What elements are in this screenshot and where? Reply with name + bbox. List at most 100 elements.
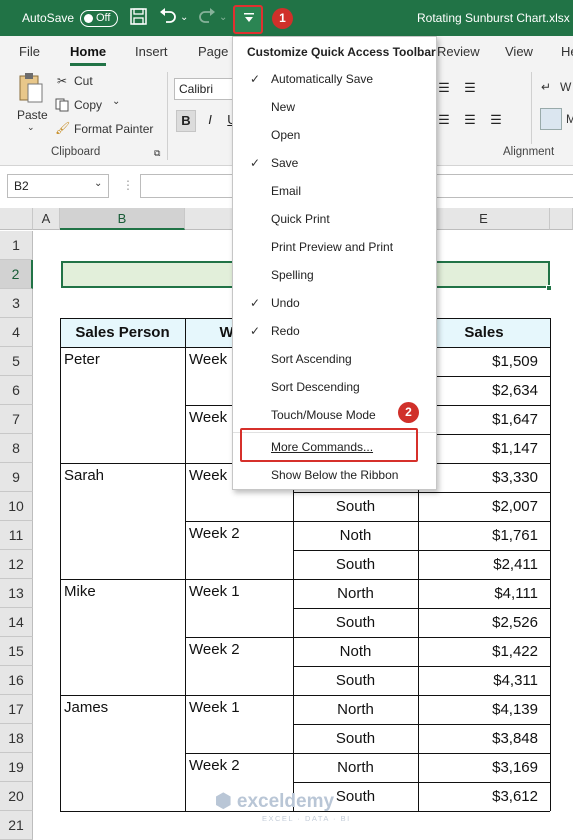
name-box-dropdown-icon[interactable]: ⌄ (94, 178, 102, 189)
table-header-cell[interactable]: Sales (418, 318, 550, 347)
region-cell[interactable]: North (293, 579, 418, 608)
table-header-cell[interactable]: Sales Person (60, 318, 185, 347)
sales-cell[interactable]: $2,411 (418, 550, 550, 579)
region-cell[interactable]: South (293, 666, 418, 695)
menu-item[interactable]: Print Preview and Print (271, 240, 393, 254)
menu-item[interactable]: Spelling (271, 268, 314, 282)
column-header[interactable]: E (418, 208, 550, 230)
sales-cell[interactable]: $1,647 (418, 405, 550, 434)
redo-icon[interactable] (197, 8, 217, 31)
fill-handle[interactable] (546, 285, 552, 291)
format-painter-button[interactable]: Format Painter (74, 122, 153, 136)
paste-dropdown-icon[interactable]: ⌄ (27, 122, 35, 133)
undo-dropdown-icon[interactable]: ⌄ (180, 8, 188, 28)
wrap-text-icon[interactable]: ↵ (541, 80, 551, 94)
menu-item[interactable]: New (271, 100, 295, 114)
menu-item[interactable]: Redo (271, 324, 300, 338)
menu-item[interactable]: Touch/Mouse Mode (271, 408, 376, 422)
column-header[interactable]: B (60, 208, 185, 230)
save-icon[interactable] (130, 8, 147, 30)
sales-cell[interactable]: $2,526 (418, 608, 550, 637)
row-header[interactable]: 19 (0, 753, 33, 782)
sales-cell[interactable]: $1,761 (418, 521, 550, 550)
region-cell[interactable]: South (293, 550, 418, 579)
row-header[interactable]: 3 (0, 289, 33, 318)
sales-cell[interactable]: $2,007 (418, 492, 550, 521)
row-header[interactable]: 1 (0, 231, 33, 260)
menu-item[interactable]: Email (271, 184, 301, 198)
wrap-text-button[interactable]: W (560, 80, 571, 94)
week-cell[interactable]: Week 2 (185, 757, 293, 779)
region-cell[interactable]: South (293, 492, 418, 521)
menu-item[interactable]: Open (271, 128, 300, 142)
row-header[interactable]: 4 (0, 318, 33, 347)
redo-dropdown-icon[interactable]: ⌄ (219, 8, 227, 28)
row-header[interactable]: 20 (0, 782, 33, 811)
sales-cell[interactable]: $3,330 (418, 463, 550, 492)
menu-item[interactable]: Quick Print (271, 212, 330, 226)
row-header[interactable]: 18 (0, 724, 33, 753)
row-header[interactable]: 14 (0, 608, 33, 637)
sales-cell[interactable]: $4,311 (418, 666, 550, 695)
copy-button[interactable]: Copy (74, 98, 102, 112)
font-name-box[interactable]: Calibri (174, 78, 236, 100)
sales-cell[interactable]: $1,509 (418, 347, 550, 376)
more-options-icon[interactable]: ⋮ (122, 178, 134, 192)
row-header[interactable]: 13 (0, 579, 33, 608)
menu-item[interactable]: Show Below the Ribbon (271, 468, 398, 482)
bold-button[interactable]: B (176, 110, 196, 132)
column-header[interactable] (550, 208, 573, 230)
align-right-icon[interactable]: ☰ (486, 110, 506, 132)
row-header[interactable]: 2 (0, 260, 33, 289)
cut-icon[interactable]: ✂ (57, 74, 67, 88)
menu-item[interactable]: Sort Ascending (271, 352, 352, 366)
autosave-toggle[interactable]: Off (80, 10, 118, 27)
align-center-icon[interactable]: ☰ (460, 110, 480, 132)
tab-page-layout[interactable]: Page (198, 44, 228, 59)
tab-help[interactable]: He (561, 44, 573, 59)
sales-person-cell[interactable]: James (60, 699, 185, 721)
week-cell[interactable]: Week 2 (185, 641, 293, 663)
italic-button[interactable]: I (200, 110, 220, 132)
merge-center-icon[interactable] (540, 108, 562, 130)
sales-person-cell[interactable]: Sarah (60, 467, 185, 489)
select-all-corner[interactable] (0, 208, 33, 230)
sales-cell[interactable]: $4,139 (418, 695, 550, 724)
sales-cell[interactable]: $1,147 (418, 434, 550, 463)
row-header[interactable]: 12 (0, 550, 33, 579)
row-header[interactable]: 16 (0, 666, 33, 695)
region-cell[interactable]: North (293, 753, 418, 782)
tab-file[interactable]: File (19, 44, 40, 59)
row-header[interactable]: 15 (0, 637, 33, 666)
undo-icon[interactable] (158, 8, 178, 31)
region-cell[interactable]: North (293, 695, 418, 724)
tab-view[interactable]: View (505, 44, 533, 59)
row-header[interactable]: 11 (0, 521, 33, 550)
week-cell[interactable]: Week 2 (185, 525, 293, 547)
tab-home[interactable]: Home (70, 44, 107, 66)
copy-dropdown-icon[interactable]: ⌄ (112, 96, 120, 107)
menu-item[interactable]: Save (271, 156, 298, 170)
week-cell[interactable]: Week 1 (185, 583, 293, 605)
merge-button[interactable]: M (566, 112, 573, 126)
sales-cell[interactable]: $3,169 (418, 753, 550, 782)
sales-cell[interactable]: $3,848 (418, 724, 550, 753)
row-header[interactable]: 5 (0, 347, 33, 376)
row-header[interactable]: 7 (0, 405, 33, 434)
align-left-icon[interactable]: ☰ (434, 110, 454, 132)
tab-insert[interactable]: Insert (135, 44, 168, 59)
region-cell[interactable]: South (293, 724, 418, 753)
row-header[interactable]: 10 (0, 492, 33, 521)
sales-cell[interactable]: $3,612 (418, 782, 550, 811)
menu-item[interactable]: Undo (271, 296, 300, 310)
align-top-icon[interactable]: ☰ (434, 78, 454, 100)
sales-cell[interactable]: $1,422 (418, 637, 550, 666)
row-header[interactable]: 17 (0, 695, 33, 724)
sales-person-cell[interactable]: Peter (60, 351, 185, 373)
week-cell[interactable]: Week 1 (185, 699, 293, 721)
menu-item[interactable]: Sort Descending (271, 380, 360, 394)
row-header[interactable]: 6 (0, 376, 33, 405)
tab-review[interactable]: Review (437, 44, 480, 59)
align-middle-icon[interactable]: ☰ (460, 78, 480, 100)
sales-person-cell[interactable]: Mike (60, 583, 185, 605)
